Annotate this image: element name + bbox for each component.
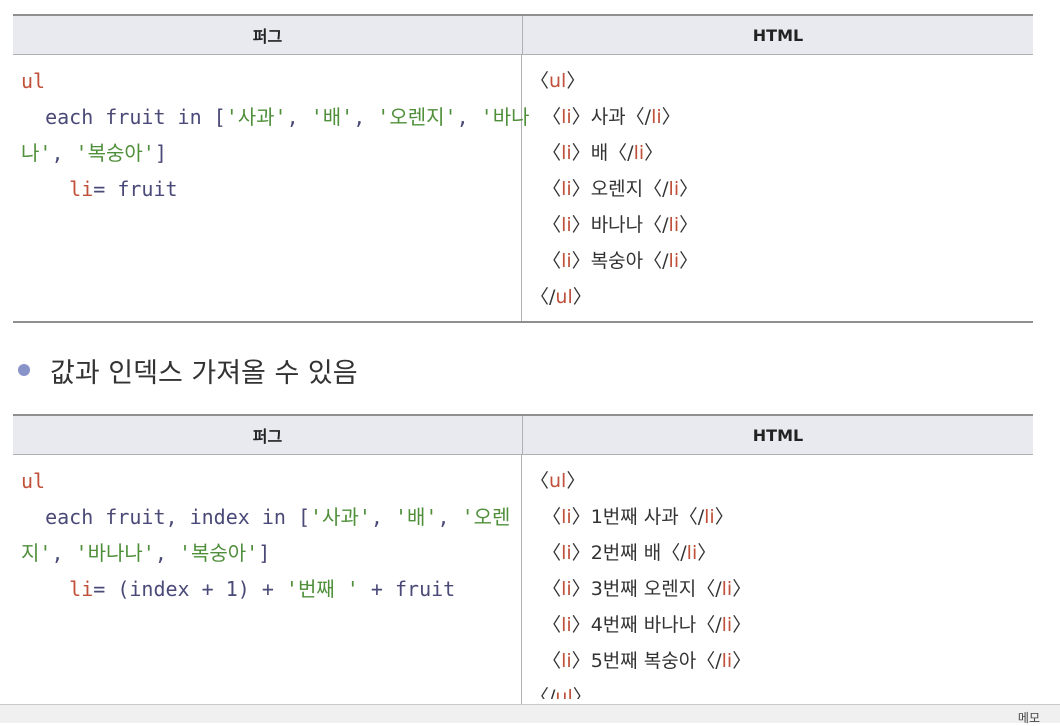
html-line: 〈li〉오렌지〈/li〉 — [542, 178, 699, 200]
html-line: 〈ul〉 — [530, 470, 586, 492]
html-output-cell: 〈ul〉 〈li〉1번째 사과〈/li〉 〈li〉2번째 배〈/li〉 〈li〉… — [522, 455, 1033, 705]
code-line: 지', '바나나', '복숭아'] — [21, 541, 271, 565]
bullet-item: 값과 인덱스 가져올 수 있음 — [18, 348, 358, 392]
code-line: ul — [21, 469, 46, 493]
pug-each-table: 퍼그 HTML ul each fruit in ['사과', '배', '오렌… — [13, 14, 1033, 323]
html-line: 〈li〉바나나〈/li〉 — [542, 214, 699, 236]
code-line: li= (index + 1) + '번째 ' + fruit — [69, 577, 456, 601]
code-line: each fruit in ['사과', '배', '오렌지', '바나 — [45, 105, 530, 129]
html-line: 〈li〉3번째 오렌지〈/li〉 — [542, 578, 752, 600]
html-line: 〈li〉1번째 사과〈/li〉 — [542, 506, 734, 528]
html-line: 〈ul〉 — [530, 70, 586, 92]
html-line: 〈li〉4번째 바나나〈/li〉 — [542, 614, 752, 636]
html-output-cell: 〈ul〉 〈li〉사과〈/li〉 〈li〉배〈/li〉 〈li〉오렌지〈/li〉… — [522, 55, 1033, 321]
header-pug: 퍼그 — [13, 16, 523, 54]
memo-button[interactable]: 메모 — [1018, 709, 1040, 726]
html-line: 〈/ul〉 — [530, 286, 592, 308]
header-html: HTML — [752, 425, 804, 445]
code-line: each fruit, index in ['사과', '배', '오렌 — [45, 505, 511, 529]
html-line: 〈li〉5번째 복숭아〈/li〉 — [542, 650, 752, 672]
pug-code-cell: ul each fruit in ['사과', '배', '오렌지', '바나 … — [13, 55, 530, 321]
html-line: 〈li〉2번째 배〈/li〉 — [542, 542, 717, 564]
code-line: 나', '복숭아'] — [21, 141, 167, 165]
header-pug: 퍼그 — [13, 416, 523, 454]
html-line: 〈li〉복숭아〈/li〉 — [542, 250, 699, 272]
html-line: 〈li〉배〈/li〉 — [542, 142, 664, 164]
pug-each-index-table: 퍼그 HTML ul each fruit, index in ['사과', '… — [13, 414, 1033, 705]
table-header: 퍼그 HTML — [13, 16, 1033, 55]
table-header: 퍼그 HTML — [13, 416, 1033, 455]
code-line: ul — [21, 69, 46, 93]
html-line: 〈li〉사과〈/li〉 — [542, 106, 681, 128]
bottom-toolbar: 메모 — [0, 704, 1060, 726]
html-line: 〈/ul〉 — [530, 686, 592, 699]
header-html: HTML — [752, 25, 804, 45]
pug-code-cell: ul each fruit, index in ['사과', '배', '오렌 … — [13, 455, 522, 705]
bullet-text: 값과 인덱스 가져올 수 있음 — [50, 357, 358, 389]
code-line: li= fruit — [69, 177, 178, 201]
bullet-dot-icon — [18, 364, 30, 376]
